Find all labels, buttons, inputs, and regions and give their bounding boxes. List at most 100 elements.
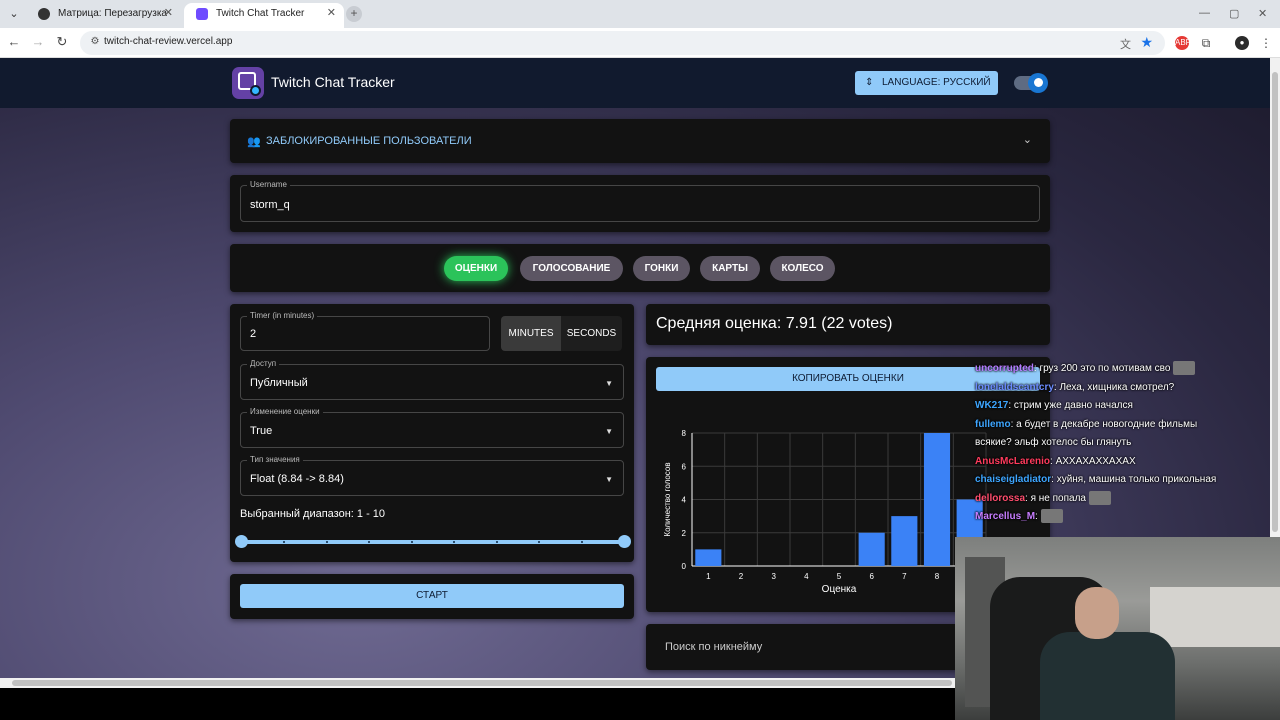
bookmark-star-icon[interactable]: ★ [1140, 34, 1153, 51]
browser-tab-matrix[interactable]: Матрица: Перезагрузка ✕ [26, 3, 181, 28]
browser-tab-tracker[interactable]: Twitch Chat Tracker ✕ [184, 3, 344, 28]
access-select[interactable]: Доступ Публичный ▼ [240, 359, 624, 400]
chat-message: dellorossa: я не попала [975, 490, 1275, 509]
chat-username: dellorossa [975, 492, 1026, 504]
mode-ratings-button[interactable]: ОЦЕНКИ [444, 256, 508, 281]
average-rating-text: Средняя оценка: 7.91 (22 votes) [656, 315, 893, 332]
moon-icon [1028, 73, 1048, 93]
close-window-icon[interactable]: ✕ [1258, 7, 1267, 20]
chat-message: uncorrupted: груз 200 это по мотивам сво [975, 360, 1275, 379]
slider-tick [368, 541, 370, 543]
theme-toggle[interactable] [1014, 73, 1048, 93]
slider-tick [283, 541, 285, 543]
username-value: storm_q [250, 199, 290, 211]
browser-menu-icon[interactable]: ⋮ [1259, 36, 1273, 50]
new-tab-button[interactable]: + [346, 6, 362, 22]
minutes-button[interactable]: MINUTES [501, 316, 561, 351]
tab-search-icon[interactable]: ⌄ [6, 6, 22, 22]
unfold-icon: ⇕ [865, 77, 874, 88]
dropdown-arrow-icon: ▼ [605, 379, 613, 388]
x-tick-label: 4 [804, 572, 809, 581]
close-tab-icon[interactable]: ✕ [327, 3, 336, 24]
mode-voting-button[interactable]: ГОЛОСОВАНИЕ [520, 256, 623, 281]
access-label: Доступ [247, 359, 280, 368]
url-field[interactable]: ⚙ twitch-chat-review.vercel.app 文 ★ [80, 31, 1165, 55]
language-button[interactable]: ⇕ LANGUAGE: РУССКИЙ [855, 71, 998, 95]
username-field[interactable]: Username storm_q [240, 180, 1040, 222]
stream-bottom-bar [0, 688, 955, 720]
forward-icon[interactable]: → [30, 34, 46, 50]
rating-change-value: True [250, 425, 273, 437]
x-tick-label: 1 [706, 572, 711, 581]
seconds-button[interactable]: SECONDS [561, 316, 622, 351]
stream-chat-overlay: uncorrupted: груз 200 это по мотивам сво… [975, 360, 1275, 527]
minimize-icon[interactable]: — [1199, 7, 1210, 19]
rating-change-select[interactable]: Изменение оценки True ▼ [240, 407, 624, 448]
access-value: Публичный [250, 377, 308, 389]
emote-icon [1173, 361, 1196, 376]
slider-max-thumb[interactable] [618, 535, 631, 548]
hscroll-thumb[interactable] [12, 680, 952, 686]
mode-wheel-button[interactable]: КОЛЕСО [770, 256, 835, 281]
chat-username: lonelaldscantcry [975, 381, 1054, 393]
profile-avatar[interactable]: ● [1235, 36, 1249, 50]
emote-icon [1088, 490, 1111, 505]
chat-text: : [1035, 511, 1041, 522]
extensions-icon[interactable]: ⧉ [1199, 36, 1213, 50]
emote-icon [1040, 509, 1063, 524]
adblock-icon[interactable]: ABP [1175, 36, 1191, 50]
slider-tick [581, 541, 583, 543]
close-tab-icon[interactable]: ✕ [164, 3, 173, 24]
streamer-head [1075, 587, 1119, 639]
start-button[interactable]: СТАРТ [240, 584, 624, 608]
range-slider[interactable] [235, 535, 631, 548]
bar-7 [891, 516, 918, 566]
slider-tick [496, 541, 498, 543]
app-title: Twitch Chat Tracker [271, 74, 395, 90]
reload-icon[interactable]: ↻ [54, 34, 70, 50]
slider-min-thumb[interactable] [235, 535, 248, 548]
mode-cards-button[interactable]: КАРТЫ [700, 256, 760, 281]
group-icon: 👥 [247, 136, 261, 148]
y-tick-label: 8 [682, 429, 687, 438]
username-card: Username storm_q [230, 175, 1050, 232]
rating-change-label: Изменение оценки [247, 407, 323, 416]
bar-8 [923, 433, 951, 566]
bar-1 [695, 549, 722, 566]
chat-message: fullemo: а будет в декабре новогодние фи… [975, 416, 1275, 435]
mode-races-button[interactable]: ГОНКИ [633, 256, 690, 281]
chat-text: : хуйня, машина только прикольная [1051, 474, 1217, 485]
value-type-select[interactable]: Тип значения Float (8.84 -> 8.84) ▼ [240, 455, 624, 496]
chat-text: всякие? эльф хотелос бы глянуть [975, 437, 1132, 448]
timer-label: Timer (in minutes) [247, 311, 318, 320]
chat-message: chaiseigladiator: хуйня, машина только п… [975, 471, 1275, 490]
blocked-users-accordion[interactable]: 👥 ЗАБЛОКИРОВАННЫЕ ПОЛЬЗОВАТЕЛИ ⌄ [230, 119, 1050, 163]
app-header: Twitch Chat Tracker ⇕ LANGUAGE: РУССКИЙ [0, 58, 1270, 108]
x-axis-label: Оценка [822, 584, 857, 595]
browser-tab-bar: ⌄ Матрица: Перезагрузка ✕ Twitch Chat Tr… [0, 0, 1280, 28]
bar-6 [858, 532, 885, 566]
background-shelf [1150, 587, 1280, 647]
back-icon[interactable]: ← [6, 34, 22, 50]
nickname-search-input[interactable]: Поиск по никнейму [665, 641, 762, 653]
y-tick-label: 2 [682, 529, 687, 538]
chevron-down-icon[interactable]: ⌄ [1023, 133, 1032, 146]
tab-title: Twitch Chat Tracker [216, 8, 305, 19]
slider-tick [411, 541, 413, 543]
x-tick-label: 7 [902, 572, 907, 581]
site-info-icon[interactable]: ⚙ [88, 36, 102, 50]
chat-username: AnusMcLarenio [975, 455, 1051, 467]
chat-message: Marcellus_M: [975, 508, 1275, 527]
chat-text: : груз 200 это по мотивам сво [1033, 363, 1174, 374]
chat-message: lonelaldscantcry: Леха, хищника смотрел? [975, 379, 1275, 398]
timer-unit-toggle: MINUTES SECONDS [501, 316, 622, 351]
url-text: twitch-chat-review.vercel.app [104, 36, 233, 47]
mode-selector: ОЦЕНКИ ГОЛОСОВАНИЕ ГОНКИ КАРТЫ КОЛЕСО [230, 244, 1050, 292]
horizontal-scrollbar[interactable] [0, 678, 955, 688]
chat-text: : я не попала [1025, 492, 1089, 504]
translate-icon[interactable]: 文 [1120, 36, 1131, 52]
maximize-icon[interactable]: ▢ [1229, 7, 1239, 20]
timer-field[interactable]: Timer (in minutes) 2 [240, 311, 490, 351]
chat-message: WK217: стрим уже давно начался [975, 397, 1275, 416]
x-tick-label: 2 [739, 572, 744, 581]
